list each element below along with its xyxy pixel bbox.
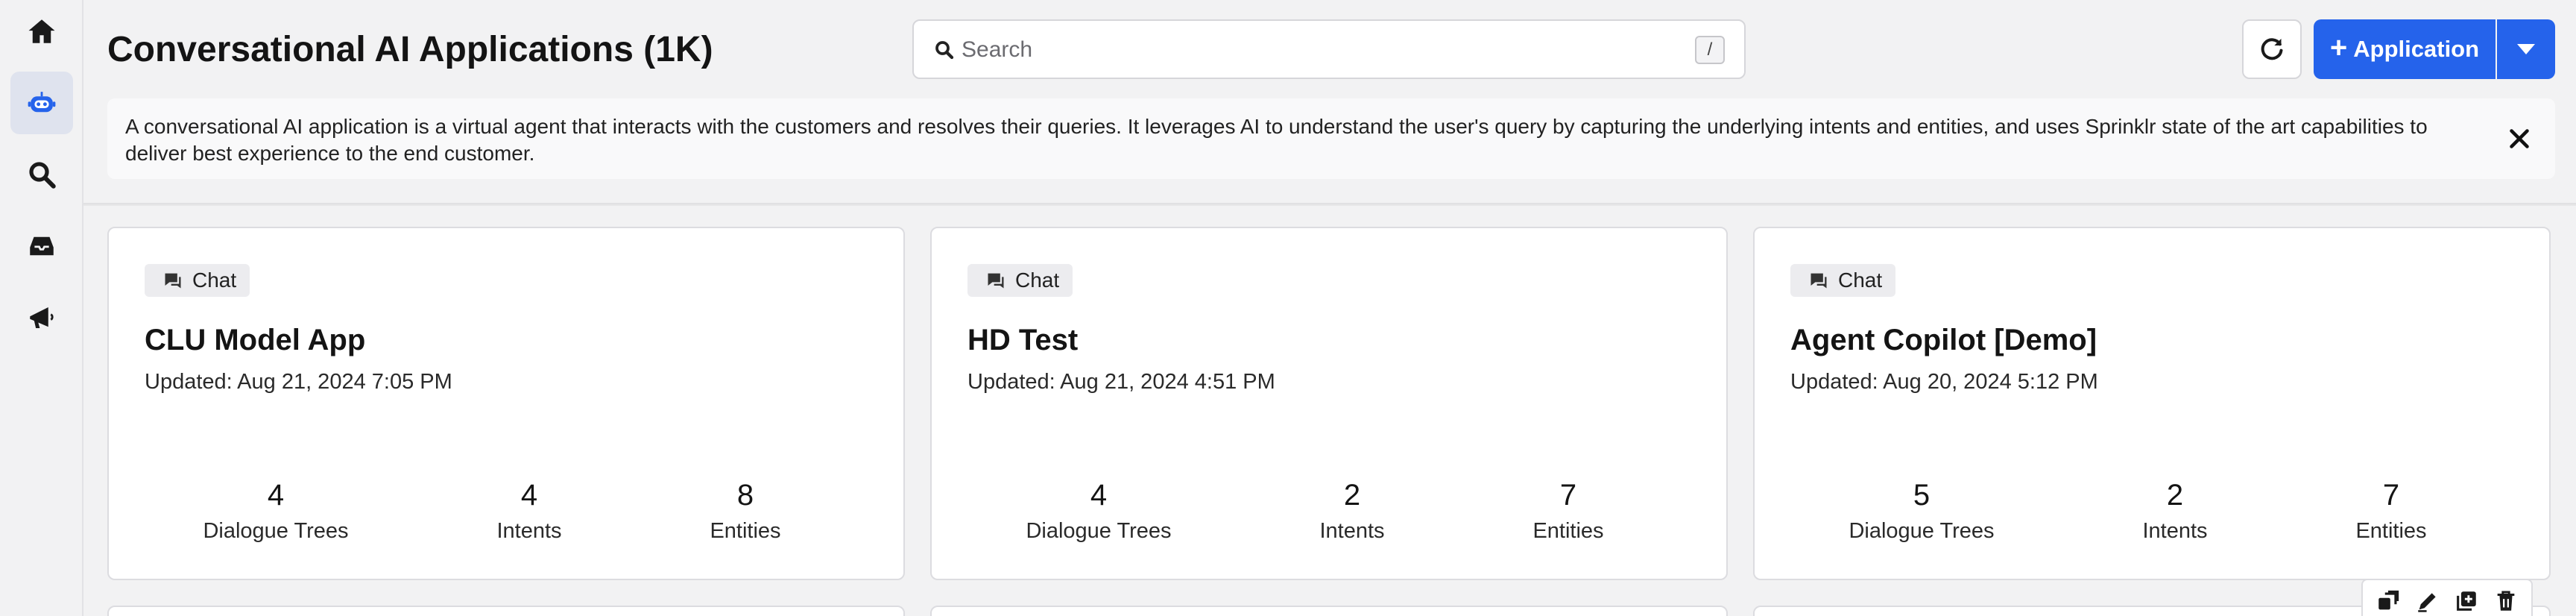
sidebar-item-search[interactable] [10, 143, 73, 206]
stat-value: 7 [1559, 479, 1577, 512]
channel-label: Chat [192, 268, 237, 292]
stat-value: 4 [520, 479, 538, 512]
search-icon [29, 162, 56, 189]
search-shortcut-hint: / [1695, 36, 1725, 64]
stat-value: 4 [1090, 479, 1108, 512]
stat-label: Intents [2142, 519, 2208, 543]
channel-chip: Chat [967, 264, 1073, 297]
card-updated: Updated: Aug 21, 2024 4:51 PM [967, 370, 1275, 394]
stat-label: Entities [2355, 519, 2427, 543]
stat-value: 2 [1343, 479, 1361, 512]
sidebar-item-inbox[interactable] [10, 215, 73, 277]
stat-value: 8 [736, 479, 754, 512]
add-application-dropdown[interactable] [2497, 19, 2555, 79]
application-card[interactable]: Chat Agent Copilot [Demo] Updated: Aug 2… [1753, 227, 2551, 580]
close-icon[interactable] [2506, 125, 2533, 152]
info-banner: A conversational AI application is a vir… [107, 98, 2555, 179]
stat-label: Entities [710, 519, 781, 543]
channel-chip: Chat [145, 264, 250, 297]
page-title: Conversational AI Applications (1K) [107, 30, 713, 69]
duplicate-icon[interactable] [2454, 588, 2479, 614]
stat-intents: 4 Intents [417, 474, 641, 546]
add-application-button[interactable]: + Application [2314, 19, 2496, 79]
chat-icon [1811, 273, 1827, 289]
refresh-icon [2261, 38, 2283, 60]
stat-value: 2 [2166, 479, 2184, 512]
stat-label: Dialogue Trees [203, 519, 349, 543]
stat-label: Dialogue Trees [1026, 519, 1172, 543]
application-card[interactable] [107, 606, 905, 616]
stat-label: Intents [496, 519, 562, 543]
chat-icon [988, 273, 1004, 289]
channel-label: Chat [1838, 268, 1883, 292]
search-input[interactable] [962, 31, 1632, 69]
edit-icon[interactable] [2415, 588, 2440, 614]
chat-icon [165, 273, 181, 289]
stat-intents: 2 Intents [1240, 474, 1464, 546]
card-updated: Updated: Aug 20, 2024 5:12 PM [1790, 370, 2098, 394]
application-card[interactable] [930, 606, 1728, 616]
card-title: HD Test [967, 324, 1079, 356]
card-updated: Updated: Aug 21, 2024 7:05 PM [145, 370, 452, 394]
stat-entities: 7 Entities [2279, 474, 2503, 546]
card-action-toolbar [2361, 579, 2533, 616]
bot-icon [28, 92, 56, 113]
sidebar-item-campaigns[interactable] [10, 286, 73, 349]
stat-label: Entities [1532, 519, 1604, 543]
stat-value: 4 [267, 479, 285, 512]
caret-down-icon [2517, 44, 2535, 54]
stat-intents: 2 Intents [2063, 474, 2287, 546]
stat-label: Intents [1319, 519, 1385, 543]
search-icon [935, 41, 954, 60]
search-box[interactable]: / [912, 19, 1746, 79]
plus-icon: + [2329, 31, 2348, 64]
app-root: Conversational AI Applications (1K) / + … [0, 0, 2576, 616]
application-card[interactable]: Chat HD Test Updated: Aug 21, 2024 4:51 … [930, 227, 1728, 580]
stat-value: 5 [1913, 479, 1931, 512]
sidebar-item-home[interactable] [10, 0, 73, 63]
channel-label: Chat [1015, 268, 1060, 292]
refresh-button[interactable] [2242, 19, 2302, 79]
stat-entities: 8 Entities [634, 474, 857, 546]
inbox-icon [30, 236, 54, 256]
clone-icon[interactable] [2375, 588, 2401, 614]
application-card[interactable]: Chat CLU Model App Updated: Aug 21, 2024… [107, 227, 905, 580]
home-icon [28, 19, 55, 43]
stat-label: Dialogue Trees [1849, 519, 1995, 543]
megaphone-icon [30, 307, 54, 328]
card-title: CLU Model App [145, 324, 366, 356]
channel-chip: Chat [1790, 264, 1896, 297]
delete-icon[interactable] [2493, 588, 2519, 614]
stat-dialogue-trees: 4 Dialogue Trees [987, 474, 1210, 546]
stat-value: 7 [2382, 479, 2400, 512]
sidebar-item-ai-apps[interactable] [10, 72, 73, 134]
stat-dialogue-trees: 5 Dialogue Trees [1810, 474, 2033, 546]
stat-dialogue-trees: 4 Dialogue Trees [164, 474, 388, 546]
add-application-label: Application [2353, 36, 2480, 62]
card-title: Agent Copilot [Demo] [1790, 324, 2097, 356]
info-banner-text: A conversational AI application is a vir… [125, 115, 2428, 165]
sidebar [0, 0, 83, 616]
stat-entities: 7 Entities [1456, 474, 1680, 546]
